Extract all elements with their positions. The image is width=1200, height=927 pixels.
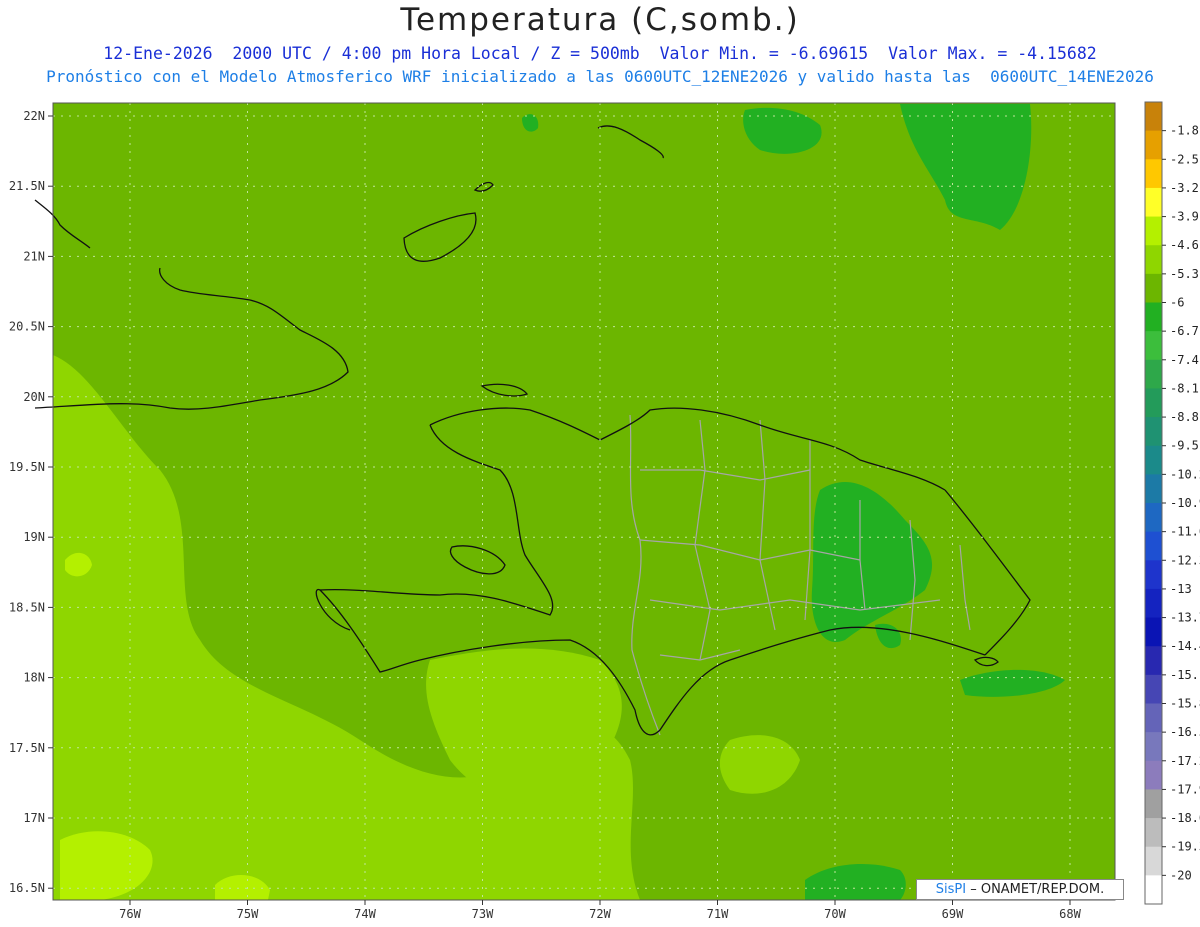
lat-tick-label: 18N: [23, 671, 45, 685]
lat-tick-label: 21N: [23, 249, 45, 263]
colorbar-label: -3.2: [1170, 181, 1199, 195]
colorbar-swatch: [1145, 875, 1162, 905]
colorbar-swatch: [1145, 216, 1162, 246]
lat-tick-label: 17N: [23, 811, 45, 825]
colorbar-swatch: [1145, 187, 1162, 218]
colorbar: -1.8 -2.5 -3.2 -3.9 -4.6 -5.3 -6 -6.7 -7.4 -8.1 -8…: [1144, 101, 1200, 905]
colorbar-swatch: [1145, 331, 1162, 361]
colorbar-label: -15.8: [1170, 697, 1200, 711]
colorbar-label: -14.4: [1170, 639, 1200, 653]
map-figure: 22N 21.5N 21N 20.5N 20N 19.5N 19N 18.5N 18N 17.5N…: [9, 101, 1200, 921]
colorbar-swatch: [1145, 359, 1162, 389]
colorbar-swatch: [1145, 646, 1162, 676]
colorbar-swatch: [1145, 417, 1162, 447]
colorbar-label: -6.7: [1170, 324, 1199, 338]
lat-tick-label: 21.5N: [9, 179, 45, 193]
colorbar-swatch: [1145, 445, 1162, 475]
colorbar-label: -7.4: [1170, 353, 1199, 367]
lat-tick-label: 17.5N: [9, 741, 45, 755]
colorbar-swatch: [1145, 617, 1162, 647]
longitude-axis: 76W 75W 74W 73W 72W 71W 70W 69W 68W: [119, 900, 1082, 921]
lat-tick-label: 20N: [23, 390, 45, 404]
colorbar-swatch: [1145, 789, 1162, 819]
colorbar-label: -8.1: [1170, 381, 1199, 395]
colorbar-label: -3.9: [1170, 210, 1199, 224]
colorbar-swatch: [1145, 388, 1162, 418]
colorbar-swatch: [1145, 503, 1162, 533]
colorbar-label: -5.3: [1170, 267, 1199, 281]
lon-tick-label: 74W: [354, 907, 376, 921]
colorbar-label: -20: [1170, 868, 1192, 882]
colorbar-swatch: [1145, 245, 1162, 275]
colorbar-label: -17.2: [1170, 754, 1200, 768]
lat-tick-label: 22N: [23, 109, 45, 123]
colorbar-swatch: [1145, 102, 1162, 132]
colorbar-swatch: [1145, 302, 1162, 332]
colorbar-swatch: [1145, 273, 1162, 303]
lon-tick-label: 75W: [237, 907, 259, 921]
lon-tick-label: 72W: [589, 907, 611, 921]
colorbar-swatch: [1145, 560, 1162, 590]
credit-box: SisPI – ONAMET/REP.DOM.: [916, 879, 1124, 900]
lat-tick-label: 16.5N: [9, 881, 45, 895]
colorbar-label: -10.2: [1170, 467, 1200, 481]
lat-tick-label: 19.5N: [9, 460, 45, 474]
colorbar-swatch: [1145, 674, 1162, 704]
colorbar-label: -19.3: [1170, 840, 1200, 854]
colorbar-label: -12.3: [1170, 553, 1200, 567]
colorbar-swatch: [1145, 760, 1162, 790]
lat-tick-label: 20.5N: [9, 320, 45, 334]
colorbar-label: -1.8: [1170, 124, 1199, 138]
lon-tick-label: 71W: [707, 907, 729, 921]
map-area: [53, 103, 1115, 900]
colorbar-swatch: [1145, 703, 1162, 733]
colorbar-label: -16.5: [1170, 725, 1200, 739]
colorbar-label: -15.1: [1170, 668, 1200, 682]
colorbar-label: -4.6: [1170, 238, 1199, 252]
colorbar-label: -18.6: [1170, 811, 1200, 825]
colorbar-label: -11.6: [1170, 525, 1200, 539]
colorbar-label: -2.5: [1170, 152, 1199, 166]
colorbar-swatch: [1145, 818, 1162, 848]
lon-tick-label: 69W: [942, 907, 964, 921]
colorbar-label: -10.9: [1170, 496, 1200, 510]
colorbar-swatch: [1145, 588, 1162, 619]
latitude-axis: 22N 21.5N 21N 20.5N 20N 19.5N 19N 18.5N 18N 17.5N…: [9, 109, 53, 895]
lon-tick-label: 73W: [472, 907, 494, 921]
colorbar-swatch: [1145, 159, 1162, 189]
colorbar-swatch: [1145, 732, 1162, 762]
colorbar-label: -8.8: [1170, 410, 1199, 424]
colorbar-swatch: [1145, 130, 1162, 160]
colorbar-label: -6: [1170, 296, 1184, 310]
colorbar-swatch: [1145, 846, 1162, 876]
sispi-brand: SisPI: [935, 882, 967, 897]
lon-tick-label: 76W: [119, 907, 141, 921]
colorbar-label: -9.5: [1170, 439, 1199, 453]
colorbar-label: -13.7: [1170, 611, 1200, 625]
colorbar-label: -13: [1170, 582, 1192, 596]
lon-tick-label: 70W: [824, 907, 846, 921]
lat-tick-label: 18.5N: [9, 600, 45, 614]
lon-tick-label: 68W: [1059, 907, 1081, 921]
lat-tick-label: 19N: [23, 530, 45, 544]
colorbar-label: -17.9: [1170, 782, 1200, 796]
colorbar-swatch: [1145, 474, 1162, 504]
colorbar-swatch: [1145, 531, 1162, 561]
credit-text: – ONAMET/REP.DOM.: [970, 882, 1105, 897]
